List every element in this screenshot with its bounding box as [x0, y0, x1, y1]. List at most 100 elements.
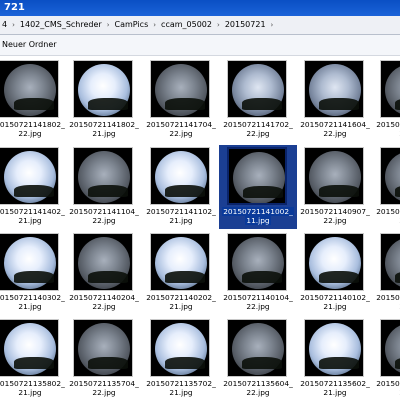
file-thumbnail[interactable]	[304, 233, 364, 291]
file-name[interactable]: 20150721140102_ 21.jpg	[296, 293, 374, 311]
tree-silhouette	[88, 98, 128, 110]
file-name[interactable]: 20150721135602_ 21.jpg	[296, 379, 374, 397]
file-name[interactable]: 20150721140907_ 22.jpg	[296, 207, 374, 225]
file-thumbnail[interactable]	[380, 233, 400, 291]
file-item[interactable]: 20150721141104_ 22.jpg	[65, 145, 143, 229]
file-item[interactable]: 20150721141602_21.jpg	[372, 58, 400, 142]
file-thumbnail[interactable]	[380, 147, 400, 205]
file-name[interactable]: 20150721135504_22.jpg	[372, 379, 400, 397]
file-name[interactable]: 20150721140302_ 21.jpg	[0, 293, 69, 311]
file-name[interactable]: 20150721141602_21.jpg	[372, 120, 400, 138]
file-item[interactable]: 20150721140204_ 22.jpg	[65, 231, 143, 315]
file-name-line2: 21.jpg	[18, 216, 42, 225]
file-thumbnail[interactable]	[150, 147, 210, 205]
file-thumbnail[interactable]	[227, 233, 287, 291]
file-name[interactable]: 20150721135702_ 21.jpg	[142, 379, 220, 397]
file-thumbnail[interactable]	[0, 319, 59, 377]
file-name[interactable]: 20150721140202_ 21.jpg	[142, 293, 220, 311]
tree-silhouette	[165, 357, 205, 369]
file-thumbnail[interactable]	[73, 319, 133, 377]
file-name-line2: 22.jpg	[246, 388, 270, 397]
file-thumbnail[interactable]	[227, 60, 287, 118]
breadcrumb-item[interactable]: 1402_CMS_Schreder	[18, 16, 104, 34]
file-item[interactable]: 20150721141802_ 22.jpg	[0, 58, 69, 142]
file-item[interactable]: 20150721135504_22.jpg	[372, 317, 400, 400]
file-name[interactable]: 20150721135604_ 22.jpg	[219, 379, 297, 397]
file-item[interactable]: 20150721141704_ 22.jpg	[142, 58, 220, 142]
file-thumbnail[interactable]	[0, 233, 59, 291]
file-name-line1: 20150721135802_	[0, 379, 65, 388]
file-thumbnail[interactable]	[73, 60, 133, 118]
file-name-line1: 20150721140907_	[300, 207, 370, 216]
breadcrumb-item[interactable]: 4	[0, 16, 9, 34]
file-name[interactable]: 20150721141604_ 22.jpg	[296, 120, 374, 138]
window-title-bar[interactable]: 721	[0, 0, 400, 16]
file-item[interactable]: 20150721141402_ 21.jpg	[0, 145, 69, 229]
file-item[interactable]: 20150721140907_ 22.jpg	[296, 145, 374, 229]
file-name[interactable]: 20150721141102_ 21.jpg	[142, 207, 220, 225]
address-bar[interactable]: 4 › 1402_CMS_Schreder › CamPics › ccam_05002 › 2…	[0, 16, 400, 35]
file-item[interactable]: 20150721140102_ 21.jpg	[296, 231, 374, 315]
file-name-line1: 20150721140202_	[146, 293, 216, 302]
file-name[interactable]: 20150721140902_21.jpg	[372, 207, 400, 225]
file-grid[interactable]: 20150721141802_ 22.jpg 20150721141802_ 21.j…	[0, 56, 400, 400]
file-name-line1: 20150721140204_	[69, 293, 139, 302]
file-thumbnail[interactable]	[304, 60, 364, 118]
file-name[interactable]: 20150721141802_ 22.jpg	[0, 120, 69, 138]
tree-silhouette	[14, 271, 54, 283]
file-name[interactable]: 20150721141402_ 21.jpg	[0, 207, 69, 225]
file-item[interactable]: 20150721141604_ 22.jpg	[296, 58, 374, 142]
file-item[interactable]: 20150721141802_ 21.jpg	[65, 58, 143, 142]
file-thumbnail[interactable]	[0, 147, 59, 205]
new-folder-button[interactable]: Neuer Ordner	[0, 35, 59, 55]
file-name[interactable]: 20150721135904_22.jpg	[372, 293, 400, 311]
breadcrumb-item-current[interactable]: 20150721	[223, 16, 268, 34]
file-item[interactable]: 20150721140202_ 21.jpg	[142, 231, 220, 315]
file-thumbnail[interactable]	[73, 233, 133, 291]
breadcrumb-item[interactable]: CamPics	[113, 16, 151, 34]
file-item[interactable]: 20150721135604_ 22.jpg	[219, 317, 297, 400]
file-name[interactable]: 20150721141104_ 22.jpg	[65, 207, 143, 225]
fisheye-sky-image	[232, 237, 284, 289]
file-name-line2: 22.jpg	[169, 129, 193, 138]
file-thumbnail[interactable]	[380, 60, 400, 118]
breadcrumb-item[interactable]: ccam_05002	[159, 16, 214, 34]
fisheye-sky-image	[155, 323, 207, 375]
file-name[interactable]: 20150721135704_ 22.jpg	[65, 379, 143, 397]
file-thumbnail[interactable]	[150, 233, 210, 291]
file-item[interactable]: 20150721135802_ 21.jpg	[0, 317, 69, 400]
file-item[interactable]: 20150721141002_ 11.jpg	[219, 145, 297, 229]
file-thumbnail[interactable]	[150, 60, 210, 118]
file-item[interactable]: 20150721135904_22.jpg	[372, 231, 400, 315]
file-name[interactable]: 20150721140204_ 22.jpg	[65, 293, 143, 311]
file-item[interactable]: 20150721140104_ 22.jpg	[219, 231, 297, 315]
file-thumbnail[interactable]	[304, 319, 364, 377]
file-name[interactable]: 20150721141802_ 21.jpg	[65, 120, 143, 138]
file-name-line1: 20150721141802_	[69, 120, 139, 129]
file-thumbnail[interactable]	[304, 147, 364, 205]
file-thumbnail[interactable]	[380, 319, 400, 377]
file-thumbnail[interactable]	[73, 147, 133, 205]
file-name-line1: 20150721141604_	[300, 120, 370, 129]
file-item[interactable]: 20150721141702_ 22.jpg	[219, 58, 297, 142]
file-name-line1: 20150721140102_	[300, 293, 370, 302]
file-item[interactable]: 20150721141102_ 21.jpg	[142, 145, 220, 229]
file-name[interactable]: 20150721135802_ 21.jpg	[0, 379, 69, 397]
file-item[interactable]: 20150721135704_ 22.jpg	[65, 317, 143, 400]
file-thumbnail[interactable]	[0, 60, 59, 118]
file-thumbnail[interactable]	[227, 319, 287, 377]
tree-silhouette	[242, 271, 282, 283]
file-name-line1: 20150721140104_	[223, 293, 293, 302]
file-name[interactable]: 20150721141002_ 11.jpg	[219, 207, 297, 225]
file-item[interactable]: 20150721135602_ 21.jpg	[296, 317, 374, 400]
file-name[interactable]: 20150721141702_ 22.jpg	[219, 120, 297, 138]
file-thumbnail[interactable]	[150, 319, 210, 377]
tree-silhouette	[88, 271, 128, 283]
file-name[interactable]: 20150721141704_ 22.jpg	[142, 120, 220, 138]
file-thumbnail[interactable]	[227, 147, 287, 205]
file-item[interactable]: 20150721140302_ 21.jpg	[0, 231, 69, 315]
file-item[interactable]: 20150721140902_21.jpg	[372, 145, 400, 229]
breadcrumb-separator-icon: ›	[106, 21, 110, 29]
file-name[interactable]: 20150721140104_ 22.jpg	[219, 293, 297, 311]
file-item[interactable]: 20150721135702_ 21.jpg	[142, 317, 220, 400]
